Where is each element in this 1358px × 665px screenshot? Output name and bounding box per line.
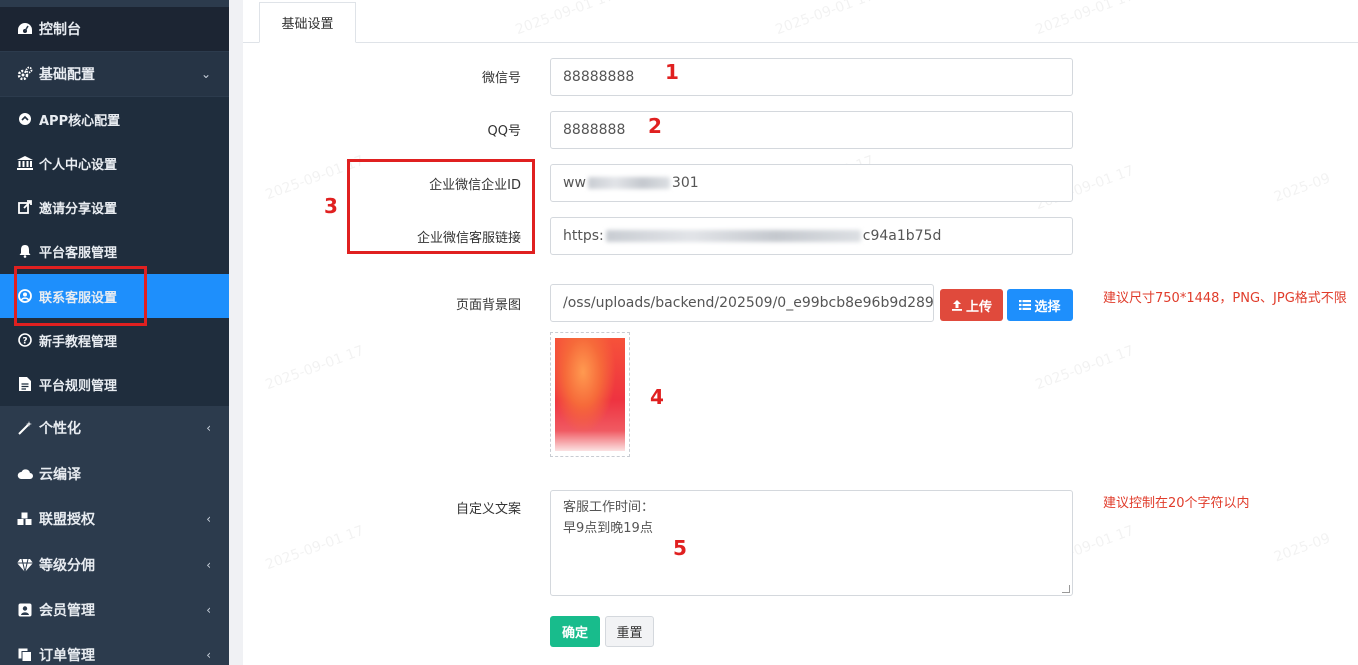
sidebar-item-label: 邀请分享设置 xyxy=(39,201,118,217)
bell-icon xyxy=(17,243,33,259)
copy-icon xyxy=(17,647,33,663)
upload-button[interactable]: 上传 xyxy=(940,289,1003,321)
sidebar-item-label: 云编译 xyxy=(39,467,81,483)
sidebar-item-app-core[interactable]: APP核心配置 xyxy=(0,97,229,141)
sidebar-item-label: 新手教程管理 xyxy=(39,334,118,350)
chevron-left-icon: ‹ xyxy=(206,603,211,617)
corp-id-suffix: 301 xyxy=(671,175,699,191)
annotation-number-2: 2 xyxy=(648,114,662,138)
reset-button[interactable]: 重置 xyxy=(605,616,654,647)
corp-id-prefix: ww xyxy=(563,175,586,191)
select-button-label: 选择 xyxy=(1034,299,1061,315)
tab-basic-settings[interactable]: 基础设置 xyxy=(259,2,356,43)
file-icon xyxy=(17,376,33,392)
wechat-input[interactable]: 88888888 xyxy=(550,58,1073,96)
custom-text-line-1: 客服工作时间： xyxy=(563,500,655,515)
select-button[interactable]: 选择 xyxy=(1007,289,1073,321)
bg-image-path-input[interactable]: /oss/uploads/backend/202509/0_e99bcb8e96… xyxy=(550,284,934,322)
cubes-icon xyxy=(17,511,33,527)
member-icon xyxy=(17,602,33,618)
sidebar-item-personalize[interactable]: 个性化 ‹ xyxy=(0,406,229,450)
sidebar: 控制台 基础配置 ⌄ APP核心配置 个人中心设置 邀请分享设置 平台客服管理 xyxy=(0,0,229,665)
sidebar-item-member[interactable]: 会员管理 ‹ xyxy=(0,588,229,632)
blurred-text xyxy=(605,230,861,242)
question-icon: ? xyxy=(17,332,33,348)
annotation-number-4: 4 xyxy=(650,385,664,409)
diamond-icon xyxy=(17,557,33,573)
sidebar-item-label: 会员管理 xyxy=(39,603,95,619)
sidebar-item-label: 联盟授权 xyxy=(39,512,95,528)
chevron-left-icon: ‹ xyxy=(206,648,211,662)
sidebar-item-basic-config[interactable]: 基础配置 ⌄ xyxy=(0,52,229,96)
sidebar-item-label: APP核心配置 xyxy=(39,113,121,129)
dashboard-icon xyxy=(17,21,33,37)
custom-text-hint: 建议控制在20个字符以内 xyxy=(1103,496,1250,511)
cogs-icon xyxy=(17,66,33,82)
sidebar-item-label: 个性化 xyxy=(39,421,81,437)
circle-icon xyxy=(17,111,33,127)
resize-handle[interactable] xyxy=(1062,585,1070,593)
corp-link-prefix: https: xyxy=(563,228,604,244)
bank-icon xyxy=(17,155,33,171)
bg-image-label: 页面背景图 xyxy=(455,298,521,313)
main-area: 2025-09-01 17 2025-09-01 17 2025-09-01 1… xyxy=(229,0,1358,665)
chevron-left-icon: ‹ xyxy=(206,558,211,572)
sidebar-item-cloud-compile[interactable]: 云编译 xyxy=(0,452,229,496)
sidebar-item-invite-share[interactable]: 邀请分享设置 xyxy=(0,185,229,229)
magic-icon xyxy=(17,420,33,436)
sidebar-item-alliance-auth[interactable]: 联盟授权 ‹ xyxy=(0,497,229,541)
bg-image-hint: 建议尺寸750*1448，PNG、JPG格式不限 xyxy=(1103,291,1347,306)
sidebar-item-label: 基础配置 xyxy=(39,67,95,83)
annotation-number-1: 1 xyxy=(665,60,679,84)
corp-link-input[interactable]: https: c94a1b75d xyxy=(550,217,1073,255)
custom-text-line-2: 早9点到晚19点 xyxy=(563,521,653,536)
corp-id-input[interactable]: ww 301 xyxy=(550,164,1073,202)
bg-image-thumbnail xyxy=(555,338,625,451)
upload-button-label: 上传 xyxy=(965,299,992,315)
corp-link-suffix: c94a1b75d xyxy=(862,228,942,244)
blurred-text xyxy=(587,177,670,189)
sidebar-item-label: 订单管理 xyxy=(39,648,95,664)
confirm-button[interactable]: 确定 xyxy=(550,616,600,647)
annotation-box xyxy=(14,266,147,326)
cloud-icon xyxy=(17,466,33,482)
sidebar-item-platform-rules[interactable]: 平台规则管理 xyxy=(0,362,229,406)
qq-label: QQ号 xyxy=(487,124,521,139)
sidebar-item-label: 控制台 xyxy=(39,22,81,38)
content-panel: 2025-09-01 17 2025-09-01 17 2025-09-01 1… xyxy=(243,0,1358,665)
upload-icon xyxy=(951,300,962,311)
sidebar-item-dashboard[interactable]: 控制台 xyxy=(0,7,229,51)
custom-text-label: 自定义文案 xyxy=(455,502,521,517)
sidebar-item-label: 平台客服管理 xyxy=(39,245,118,261)
sidebar-item-label: 等级分佣 xyxy=(39,558,95,574)
svg-text:?: ? xyxy=(22,337,27,347)
tab-bar-line xyxy=(243,42,1358,43)
custom-text-textarea[interactable]: 客服工作时间： 早9点到晚19点 xyxy=(550,490,1073,596)
sidebar-item-personal-center[interactable]: 个人中心设置 xyxy=(0,141,229,185)
sidebar-item-label: 个人中心设置 xyxy=(39,157,118,173)
bg-image-preview[interactable] xyxy=(550,332,630,457)
sidebar-item-orders[interactable]: 订单管理 ‹ xyxy=(0,633,229,665)
chevron-down-icon: ⌄ xyxy=(200,67,211,81)
wechat-label: 微信号 xyxy=(481,71,521,86)
list-icon xyxy=(1019,300,1032,310)
annotation-number-3: 3 xyxy=(324,194,338,218)
share-icon xyxy=(17,199,33,215)
chevron-left-icon: ‹ xyxy=(206,421,211,435)
sidebar-item-label: 平台规则管理 xyxy=(39,378,118,394)
chevron-left-icon: ‹ xyxy=(206,512,211,526)
annotation-box xyxy=(347,159,535,254)
sidebar-item-level-commission[interactable]: 等级分佣 ‹ xyxy=(0,543,229,587)
annotation-number-5: 5 xyxy=(673,536,687,560)
qq-input[interactable]: 8888888 xyxy=(550,111,1073,149)
